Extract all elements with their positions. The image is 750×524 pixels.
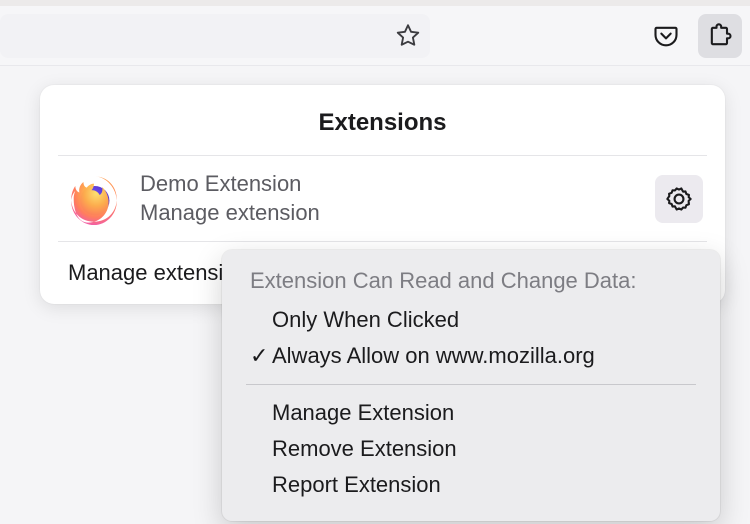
menu-item-label: Remove Extension <box>272 436 457 462</box>
menu-item-label: Report Extension <box>272 472 441 498</box>
firefox-icon <box>68 173 120 225</box>
bookmark-star-button[interactable] <box>392 20 424 52</box>
extension-row[interactable]: Demo Extension Manage extension <box>40 156 725 241</box>
extension-name: Demo Extension <box>140 170 655 199</box>
pocket-button[interactable] <box>644 14 688 58</box>
gear-icon <box>665 185 693 213</box>
star-icon <box>394 22 422 50</box>
menu-item-remove-extension[interactable]: Remove Extension <box>222 431 720 467</box>
url-bar[interactable] <box>0 14 430 58</box>
panel-title: Extensions <box>40 85 725 155</box>
extension-settings-button[interactable] <box>655 175 703 223</box>
divider <box>246 384 696 385</box>
menu-item-always-allow[interactable]: ✓ Always Allow on www.mozilla.org <box>222 338 720 374</box>
extension-context-menu: Extension Can Read and Change Data: Only… <box>222 250 720 521</box>
menu-item-manage-extension[interactable]: Manage Extension <box>222 395 720 431</box>
extension-subtitle: Manage extension <box>140 199 655 228</box>
menu-item-label: Manage Extension <box>272 400 454 426</box>
menu-item-only-when-clicked[interactable]: Only When Clicked <box>222 302 720 338</box>
puzzle-icon <box>706 22 734 50</box>
pocket-icon <box>652 22 680 50</box>
context-menu-header: Extension Can Read and Change Data: <box>222 264 720 302</box>
menu-item-label: Always Allow on www.mozilla.org <box>272 343 595 369</box>
menu-item-label: Only When Clicked <box>272 307 459 333</box>
browser-toolbar <box>0 6 750 66</box>
menu-item-report-extension[interactable]: Report Extension <box>222 467 720 503</box>
check-icon: ✓ <box>250 343 272 369</box>
extensions-button[interactable] <box>698 14 742 58</box>
